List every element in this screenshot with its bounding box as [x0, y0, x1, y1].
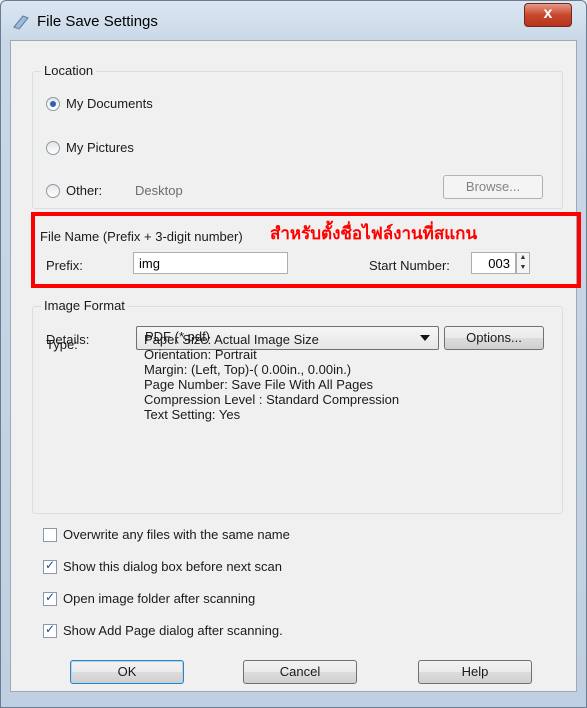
detail-line: Orientation: Portrait [144, 347, 257, 362]
spin-down-icon[interactable]: ▼ [517, 263, 529, 273]
detail-line: Compression Level : Standard Compression [144, 392, 400, 407]
overwrite-label: Overwrite any files with the same name [63, 527, 290, 542]
show-dialog-checkbox[interactable] [43, 558, 57, 574]
start-number-label: Start Number: [369, 258, 450, 273]
window-title: File Save Settings [37, 13, 158, 30]
details-label: Details: [46, 332, 90, 347]
title-bar: File Save Settings x [1, 1, 586, 41]
start-number-spinner[interactable]: ▲ ▼ [516, 252, 530, 274]
my-documents-radio[interactable] [46, 97, 60, 111]
start-number-input[interactable] [471, 252, 516, 274]
overwrite-checkbox[interactable] [43, 528, 57, 542]
my-documents-label: My Documents [66, 96, 153, 111]
prefix-label: Prefix: [46, 258, 83, 273]
detail-line: Page Number: Save File With All Pages [144, 377, 374, 392]
file-name-group-label: File Name (Prefix + 3-digit number) [40, 229, 243, 244]
chevron-down-icon [420, 335, 430, 341]
show-dialog-label: Show this dialog box before next scan [63, 559, 282, 574]
options-button[interactable]: Options... [444, 326, 544, 350]
cancel-button[interactable]: Cancel [243, 660, 357, 684]
my-pictures-label: My Pictures [66, 140, 134, 155]
detail-line: Paper Size: Actual Image Size [144, 332, 319, 347]
detail-line: Text Setting: Yes [144, 407, 241, 422]
spin-up-icon[interactable]: ▲ [517, 253, 529, 263]
show-add-page-label: Show Add Page dialog after scanning. [63, 623, 283, 638]
prefix-input[interactable] [133, 252, 288, 274]
detail-line: Margin: (Left, Top)-( 0.00in., 0.00in.) [144, 362, 352, 377]
help-button[interactable]: Help [418, 660, 532, 684]
open-folder-label: Open image folder after scanning [63, 591, 256, 606]
open-folder-checkbox[interactable] [43, 590, 57, 606]
my-pictures-radio[interactable] [46, 141, 60, 155]
thai-annotation: สำหรับตั้งชื่อไฟล์งานที่สแกน [270, 224, 478, 243]
show-add-page-checkbox[interactable] [43, 622, 57, 638]
close-button[interactable]: x [524, 3, 572, 27]
format-details: Paper Size: Actual Image Size Orientatio… [144, 332, 399, 422]
location-group-label: Location [41, 63, 97, 78]
scanner-app-icon [12, 15, 29, 31]
image-format-group-label: Image Format [41, 298, 128, 313]
other-radio[interactable] [46, 184, 60, 198]
other-path: Desktop [135, 183, 183, 198]
other-label: Other: [66, 183, 103, 198]
browse-button[interactable]: Browse... [443, 175, 543, 199]
ok-button[interactable]: OK [70, 660, 184, 684]
